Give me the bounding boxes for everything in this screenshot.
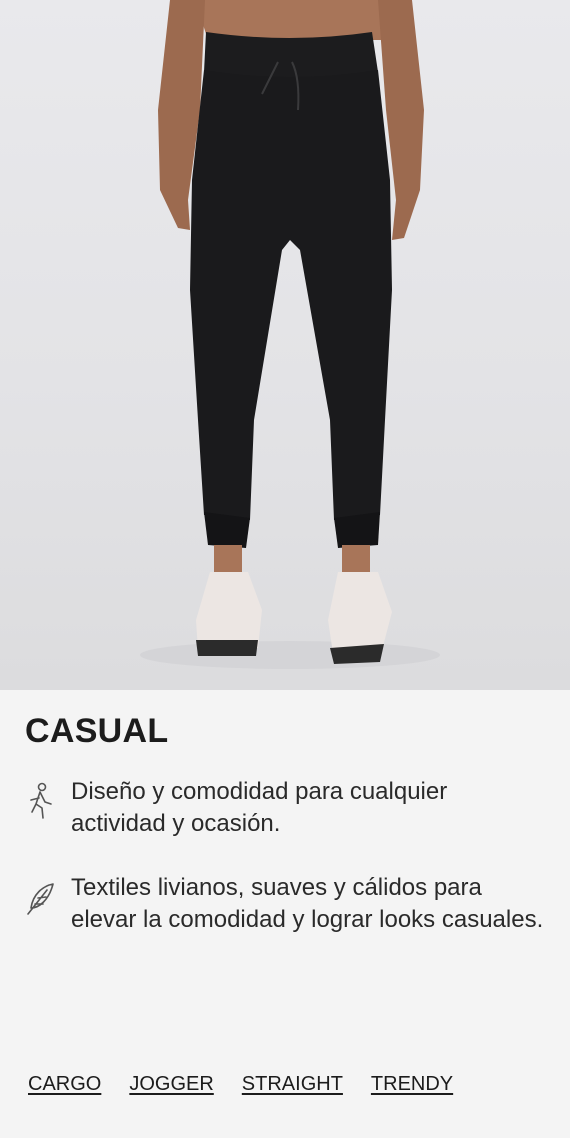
style-tags: CARGO JOGGER STRAIGHT TRENDY (28, 1073, 453, 1096)
product-image (0, 0, 570, 690)
model-illustration (140, 0, 440, 669)
category-info: CASUAL Diseño y comodidad para cualquier… (0, 690, 570, 1138)
walking-person-icon (30, 782, 52, 819)
category-title: CASUAL (25, 712, 169, 750)
tag-link-jogger[interactable]: JOGGER (129, 1073, 213, 1096)
feature-item: Textiles livianos, suaves y cálidos para… (25, 872, 545, 936)
feather-icon (27, 883, 54, 915)
feature-text: Diseño y comodidad para cualquier activi… (71, 778, 448, 837)
feature-text: Textiles livianos, suaves y cálidos para… (71, 874, 544, 933)
tag-link-straight[interactable]: STRAIGHT (242, 1073, 343, 1096)
tag-link-cargo[interactable]: CARGO (28, 1073, 101, 1096)
tag-link-trendy[interactable]: TRENDY (371, 1073, 453, 1096)
feature-item: Diseño y comodidad para cualquier activi… (25, 776, 545, 840)
